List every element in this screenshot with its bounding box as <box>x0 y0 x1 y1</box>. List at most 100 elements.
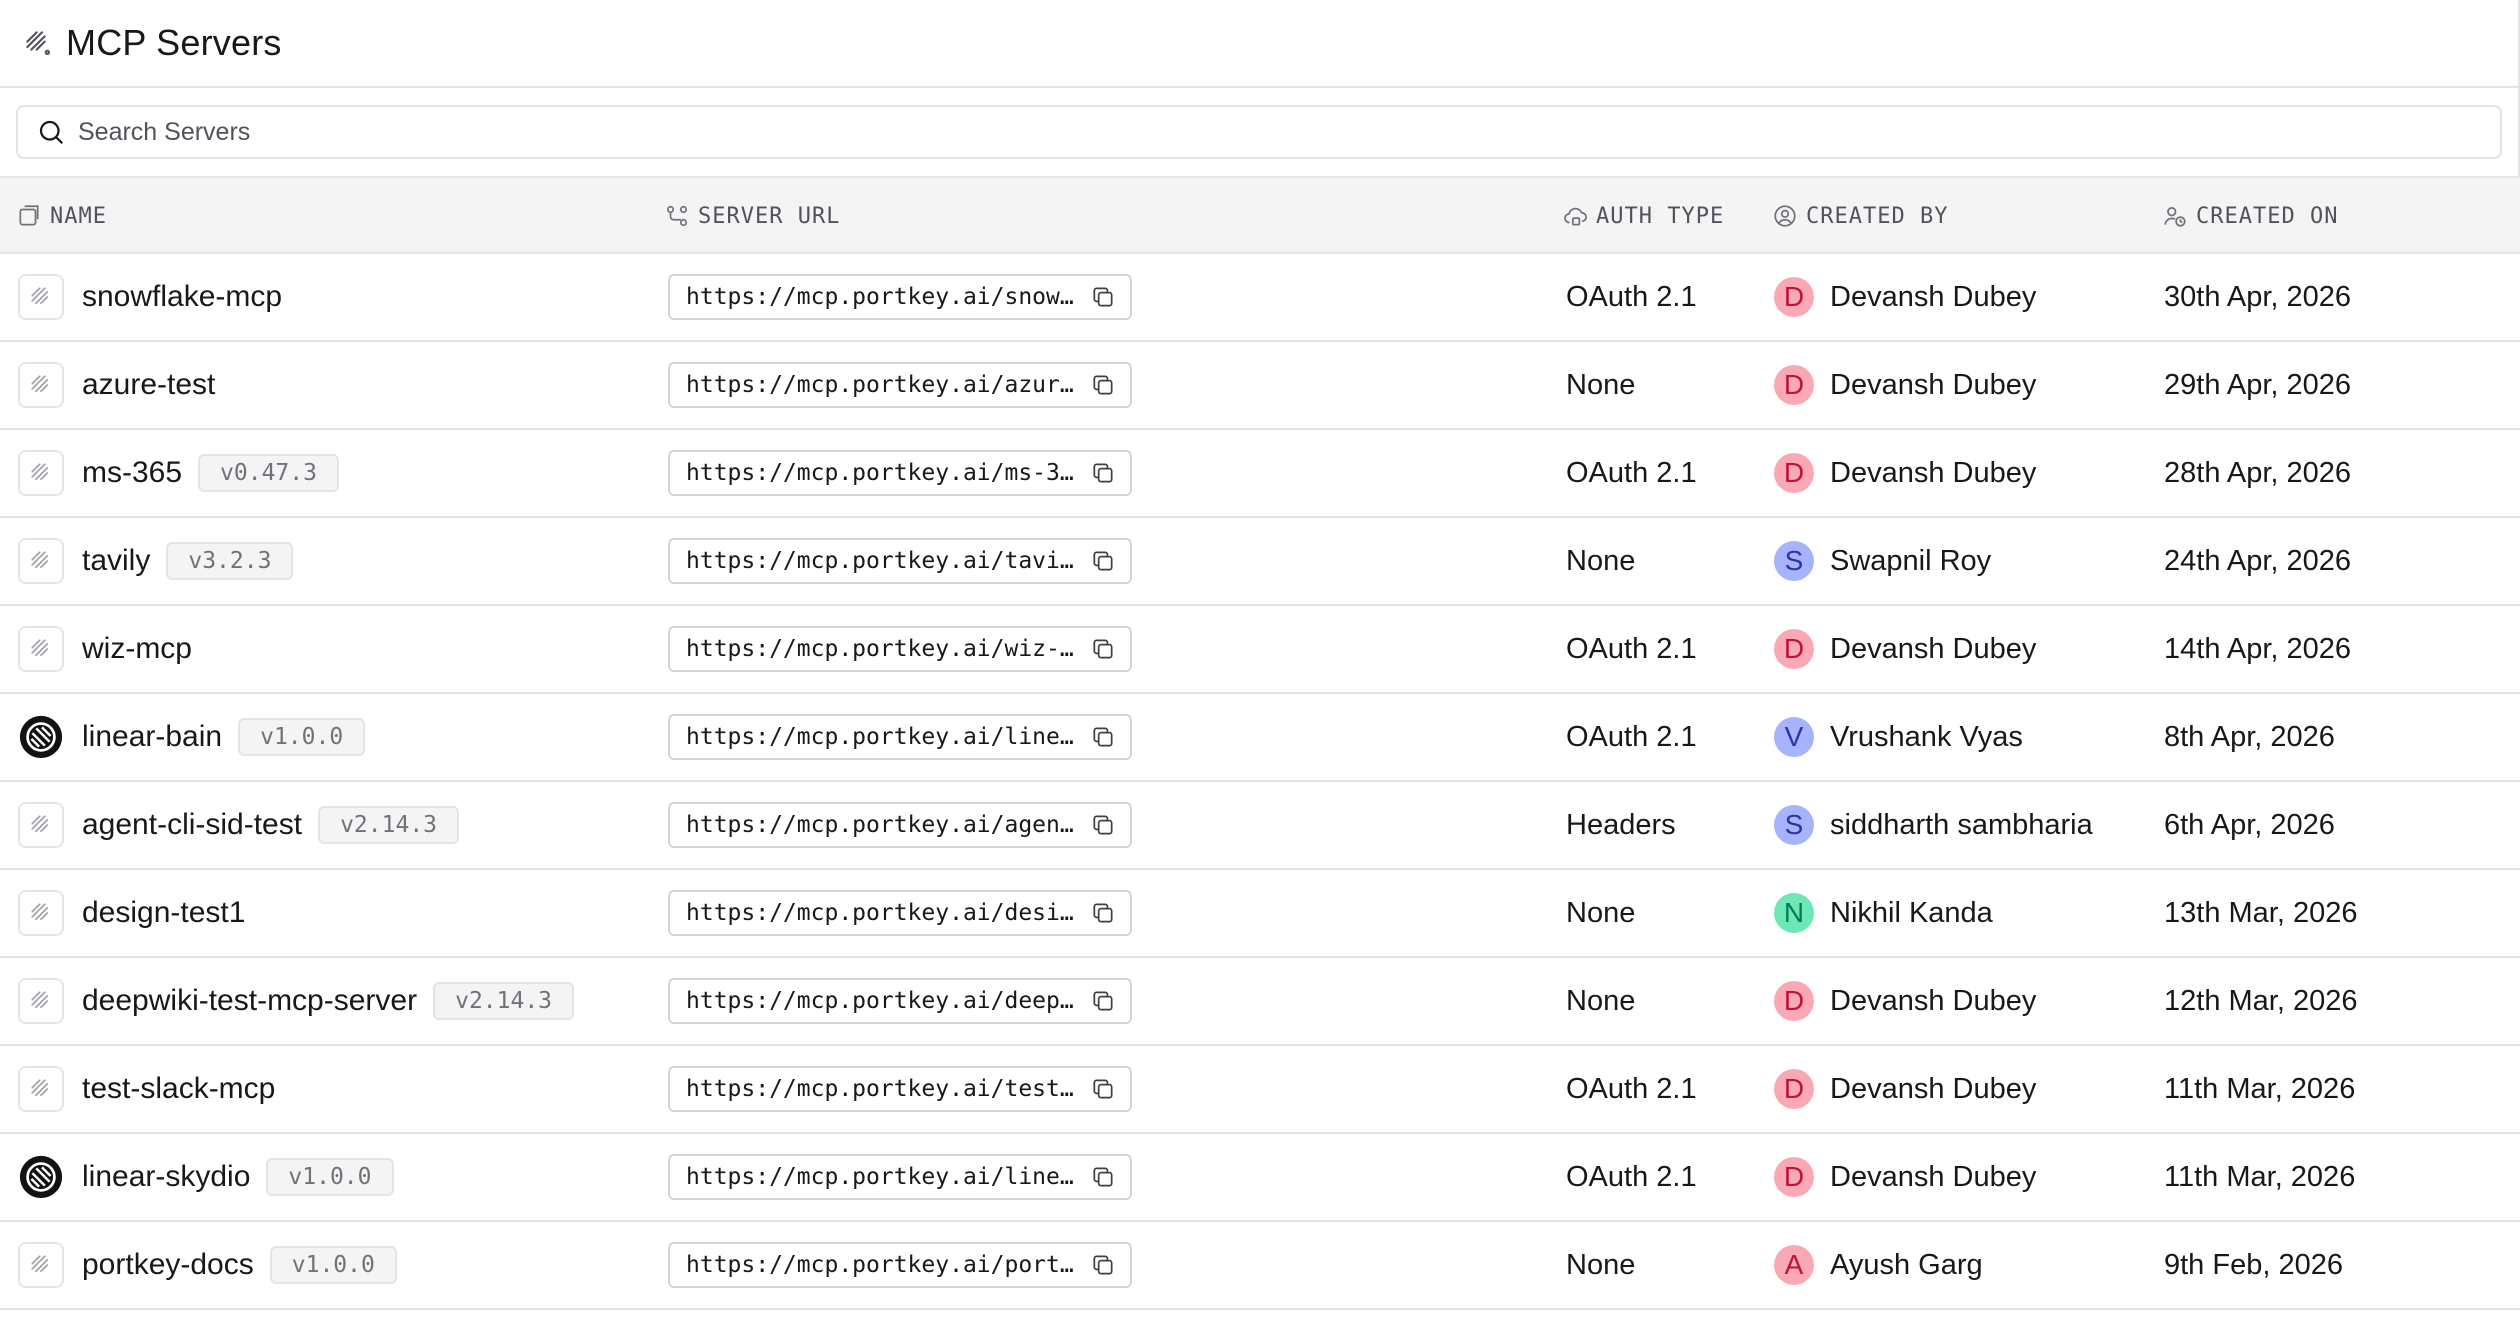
table-row[interactable]: agent-cli-sid-test v2.14.3 https://mcp.por… <box>0 782 2520 870</box>
server-url-cell: https://mcp.portkey.ai/linear-bain/mcp <box>668 694 1132 780</box>
auth-type-cell: OAuth 2.1 <box>1566 1072 1697 1105</box>
server-url-field[interactable]: https://mcp.portkey.ai/wiz-mcp/mcp <box>668 626 1132 672</box>
server-name-cell: linear-bain v1.0.0 <box>18 694 366 780</box>
table-row[interactable]: azure-test https://mcp.portkey.ai/azure-t… <box>0 342 2520 430</box>
copy-icon[interactable] <box>1090 812 1116 838</box>
copy-icon[interactable] <box>1090 988 1116 1014</box>
copy-icon[interactable] <box>1090 372 1116 398</box>
created-on-cell: 24th Apr, 2026 <box>2164 544 2352 577</box>
server-name[interactable]: portkey-docs <box>82 1248 254 1282</box>
created-by-cell: D Devansh Dubey <box>1774 254 2036 340</box>
route-icon <box>666 205 688 227</box>
created-on-cell: 9th Feb, 2026 <box>2164 1248 2343 1281</box>
server-name[interactable]: linear-skydio <box>82 1160 250 1194</box>
version-badge: v1.0.0 <box>238 718 366 756</box>
auth-type-cell: OAuth 2.1 <box>1566 280 1697 313</box>
server-name[interactable]: azure-test <box>82 368 215 402</box>
server-url-field[interactable]: https://mcp.portkey.ai/portkey-docs/mcp <box>668 1242 1132 1288</box>
version-badge: v1.0.0 <box>269 1246 397 1284</box>
table-row[interactable]: design-test1 https://mcp.portkey.ai/desig… <box>0 870 2520 958</box>
column-header-created-on[interactable]: CREATED ON <box>2162 178 2338 254</box>
server-name[interactable]: agent-cli-sid-test <box>82 808 302 842</box>
search-icon <box>39 120 64 145</box>
copy-icon[interactable] <box>1090 1076 1116 1102</box>
auth-type-cell: None <box>1566 544 1636 577</box>
created-on-cell: 11th Mar, 2026 <box>2164 1160 2356 1193</box>
server-url-field[interactable]: https://mcp.portkey.ai/deepwiki-test-mcp… <box>668 978 1132 1024</box>
table-row[interactable]: portkey-docs v1.0.0 https://mcp.portkey.ai… <box>0 1222 2520 1310</box>
avatar: S <box>1774 541 1814 581</box>
server-url-field[interactable]: https://mcp.portkey.ai/azure-test/mcp <box>668 362 1132 408</box>
server-url-field[interactable]: https://mcp.portkey.ai/test-slack-mcp/mc… <box>668 1066 1132 1112</box>
linear-icon <box>18 1154 64 1200</box>
table-row[interactable]: linear-skydio v1.0.0 https://mcp.portkey.a… <box>0 1134 2520 1222</box>
server-url-field[interactable]: https://mcp.portkey.ai/snowflake-mcp/mcp <box>668 274 1132 320</box>
server-url-field[interactable]: https://mcp.portkey.ai/agent-cli-sid-tes… <box>668 802 1132 848</box>
server-url-text: https://mcp.portkey.ai/tavily/mcp <box>686 548 1082 574</box>
server-name[interactable]: test-slack-mcp <box>82 1072 275 1106</box>
search-box[interactable] <box>16 105 2502 159</box>
server-name[interactable]: deepwiki-test-mcp-server <box>82 984 417 1018</box>
server-url-field[interactable]: https://mcp.portkey.ai/linear-skydio/mcp <box>668 1154 1132 1200</box>
server-url-text: https://mcp.portkey.ai/azure-test/mcp <box>686 372 1082 398</box>
server-name[interactable]: tavily <box>82 544 150 578</box>
copy-icon[interactable] <box>1090 1252 1116 1278</box>
copy-icon[interactable] <box>1090 284 1116 310</box>
portkey-icon <box>18 538 64 584</box>
server-url-field[interactable]: https://mcp.portkey.ai/ms-365/mcp <box>668 450 1132 496</box>
column-header-auth-type[interactable]: AUTH TYPE <box>1562 178 1724 254</box>
auth-type-cell: Headers <box>1566 808 1676 841</box>
server-url-field[interactable]: https://mcp.portkey.ai/linear-bain/mcp <box>668 714 1132 760</box>
portkey-icon <box>18 1242 64 1288</box>
server-name[interactable]: ms-365 <box>82 456 182 490</box>
column-label: AUTH TYPE <box>1596 203 1725 229</box>
server-name[interactable]: wiz-mcp <box>82 632 192 666</box>
version-badge: v0.47.3 <box>198 454 339 492</box>
copy-icon[interactable] <box>1090 460 1116 486</box>
portkey-icon <box>18 978 64 1024</box>
created-on-cell: 8th Apr, 2026 <box>2164 720 2335 753</box>
server-url-cell: https://mcp.portkey.ai/test-slack-mcp/mc… <box>668 1046 1132 1132</box>
copy-icon[interactable] <box>1090 548 1116 574</box>
portkey-icon <box>18 626 64 672</box>
table-row[interactable]: linear-bain v1.0.0 https://mcp.portkey.ai/… <box>0 694 2520 782</box>
created-by-cell: N Nikhil Kanda <box>1774 870 1993 956</box>
server-name[interactable]: linear-bain <box>82 720 222 754</box>
avatar: D <box>1774 981 1814 1021</box>
created-by-cell: S Swapnil Roy <box>1774 518 1991 604</box>
column-label: NAME <box>50 203 107 229</box>
server-url-field[interactable]: https://mcp.portkey.ai/tavily/mcp <box>668 538 1132 584</box>
server-name[interactable]: design-test1 <box>82 896 245 930</box>
server-name-cell: ms-365 v0.47.3 <box>18 430 339 516</box>
created-by-cell: D Devansh Dubey <box>1774 958 2036 1044</box>
server-name[interactable]: snowflake-mcp <box>82 280 282 314</box>
auth-type-cell: None <box>1566 368 1636 401</box>
creator-name: Devansh Dubey <box>1830 1072 2037 1105</box>
column-header-server-url[interactable]: SERVER URL <box>664 178 840 254</box>
column-header-name[interactable]: NAME <box>16 178 107 254</box>
created-on-cell: 28th Apr, 2026 <box>2164 456 2352 489</box>
table-row[interactable]: deepwiki-test-mcp-server v2.14.3 https://m… <box>0 958 2520 1046</box>
server-name-cell: wiz-mcp <box>18 606 192 692</box>
mcp-logo-icon <box>22 26 56 60</box>
column-header-created-by[interactable]: CREATED BY <box>1772 178 1948 254</box>
auth-type-cell: OAuth 2.1 <box>1566 632 1697 665</box>
table-row[interactable]: ms-365 v0.47.3 https://mcp.portkey.ai/ms-3… <box>0 430 2520 518</box>
table-row[interactable]: tavily v3.2.3 https://mcp.portkey.ai/tavil… <box>0 518 2520 606</box>
search-bar-container <box>0 88 2520 176</box>
table-row[interactable]: wiz-mcp https://mcp.portkey.ai/wiz-mcp/mc… <box>0 606 2520 694</box>
table-row[interactable]: snowflake-mcp https://mcp.portkey.ai/snow… <box>0 254 2520 342</box>
copy-icon[interactable] <box>1090 1164 1116 1190</box>
auth-type-cell: OAuth 2.1 <box>1566 456 1697 489</box>
copy-icon[interactable] <box>1090 724 1116 750</box>
server-url-cell: https://mcp.portkey.ai/snowflake-mcp/mcp <box>668 254 1132 340</box>
server-url-field[interactable]: https://mcp.portkey.ai/design-test1/mcp <box>668 890 1132 936</box>
copy-icon[interactable] <box>1090 900 1116 926</box>
tag-icon <box>19 205 39 226</box>
created-by-cell: D Devansh Dubey <box>1774 342 2036 428</box>
table-row[interactable]: test-slack-mcp https://mcp.portkey.ai/tes… <box>0 1046 2520 1134</box>
search-input[interactable] <box>76 116 2500 148</box>
copy-icon[interactable] <box>1090 636 1116 662</box>
created-by-cell: V Vrushank Vyas <box>1774 694 2023 780</box>
creator-name: Devansh Dubey <box>1830 1160 2037 1193</box>
